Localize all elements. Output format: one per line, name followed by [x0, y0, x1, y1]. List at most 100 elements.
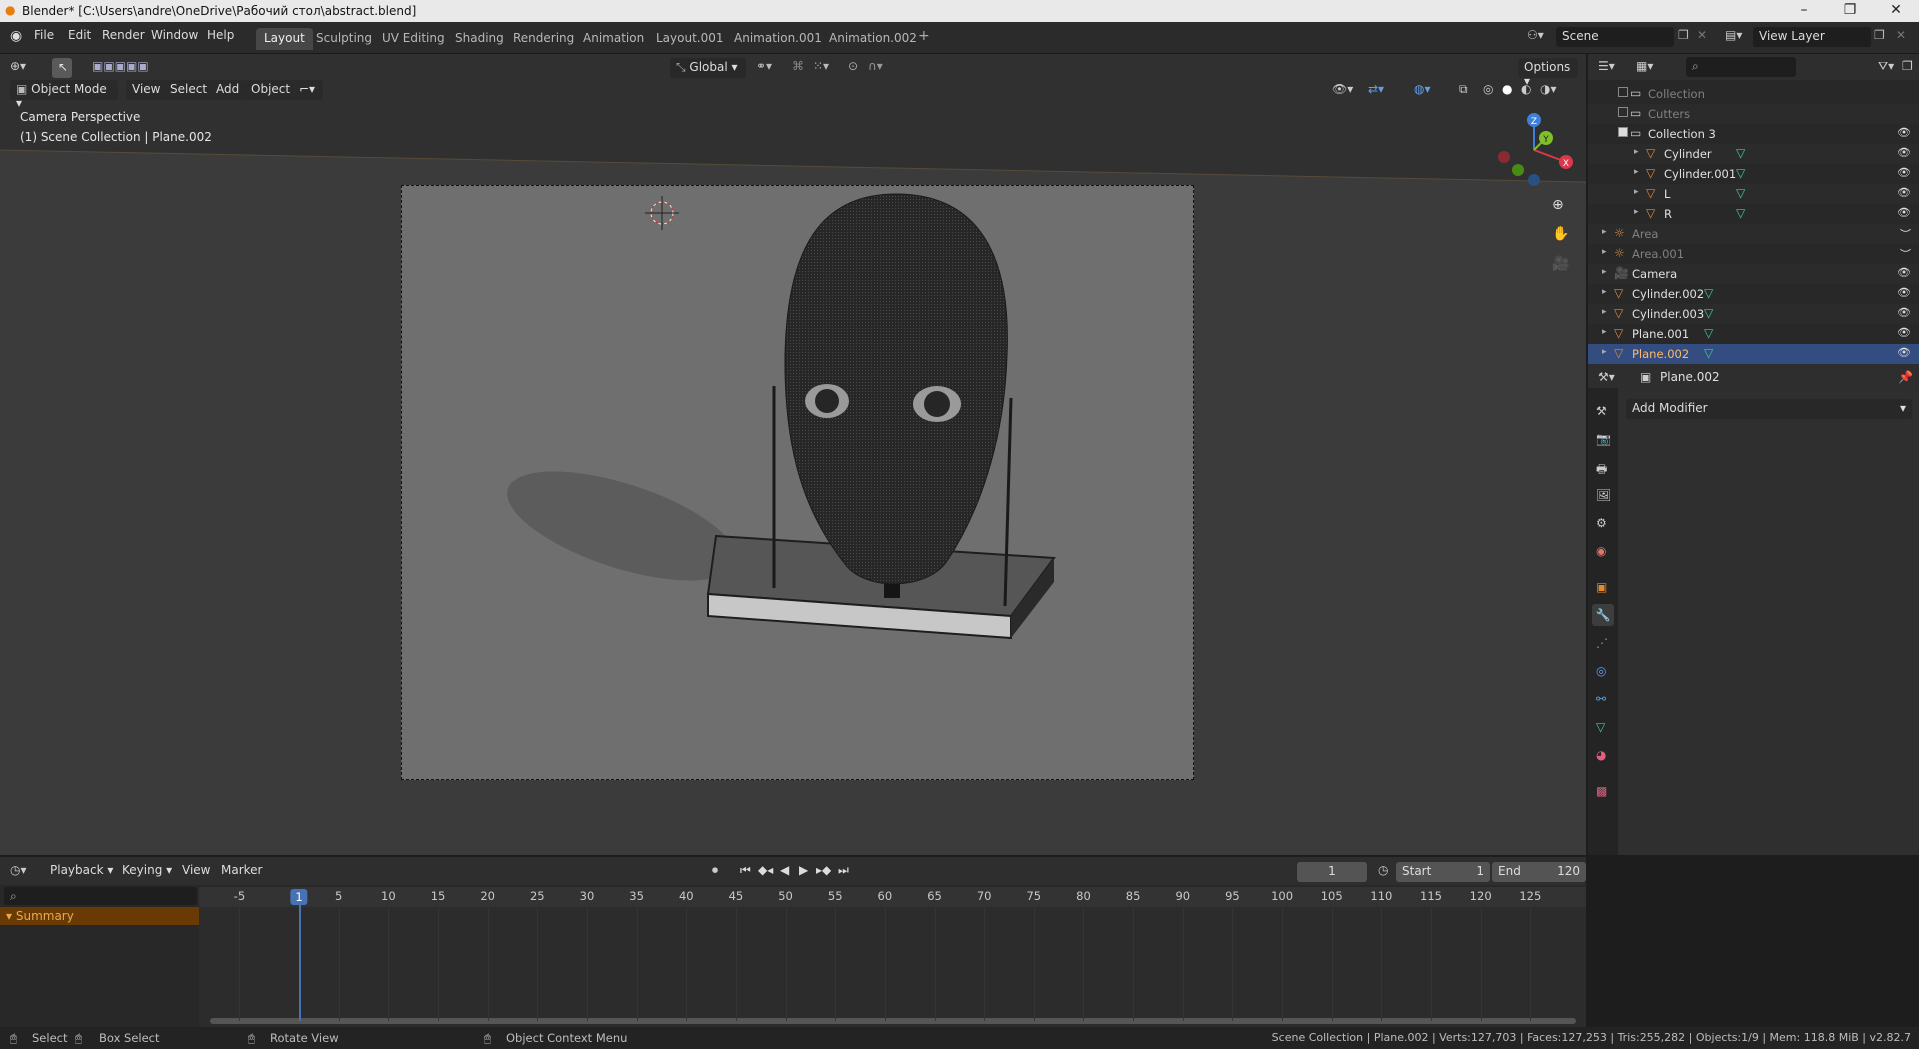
falloff-icon[interactable]: ∩▾ [868, 59, 883, 73]
menu-render[interactable]: Render [102, 28, 145, 42]
outliner-item-cylinder-003[interactable]: ▸ ▽ Cylinder.003 ▽ 👁 [1588, 304, 1919, 324]
outliner-item-l[interactable]: ▸ ▽ L ▽ 👁 [1588, 184, 1919, 204]
expand-arrow-icon[interactable]: ▸ [1602, 287, 1607, 297]
visibility-eye-icon[interactable]: 👁 [1897, 126, 1911, 139]
particles-tab-icon[interactable]: ⋰ [1596, 636, 1608, 650]
mode-dropdown[interactable]: ▣ Object Mode ▾ [10, 80, 118, 110]
proportional-edit-icon[interactable]: ⊙ [848, 59, 858, 73]
visibility-eye-icon[interactable]: ︶ [1900, 226, 1911, 242]
editor-type-icon[interactable]: ⊕▾ [10, 59, 26, 73]
exclude-checkbox[interactable] [1618, 127, 1628, 137]
new-scene-icon[interactable]: ❐ [1678, 28, 1689, 42]
mesh-data-icon[interactable]: ▽ [1704, 326, 1713, 340]
tab-uv-editing[interactable]: UV Editing [374, 28, 453, 50]
exclude-checkbox[interactable] [1618, 107, 1628, 117]
prev-keyframe-icon[interactable]: ◆◂ [758, 863, 773, 877]
selection-mode-icons[interactable]: ▣▣▣▣▣ [92, 59, 149, 73]
timeline-search-input[interactable]: ⌕ [4, 887, 197, 905]
menu-window[interactable]: Window [151, 28, 198, 42]
new-view-layer-icon[interactable]: ❐ [1874, 28, 1885, 42]
visibility-eye-icon[interactable]: 👁 [1897, 266, 1911, 279]
outliner-search-input[interactable]: ⌕ [1686, 57, 1796, 77]
expand-arrow-icon[interactable]: ▸ [1634, 167, 1639, 177]
texture-tab-icon[interactable]: ▩ [1596, 784, 1607, 798]
outliner-item-r[interactable]: ▸ ▽ R ▽ 👁 [1588, 204, 1919, 224]
tool-tab-icon[interactable]: ⚒ [1596, 404, 1607, 418]
properties-editor-icon[interactable]: ⚒▾ [1598, 370, 1615, 384]
outliner-item-plane-001[interactable]: ▸ ▽ Plane.001 ▽ 👁 [1588, 324, 1919, 344]
mesh-data-icon[interactable]: ▽ [1736, 166, 1745, 180]
timeline-editor-icon[interactable]: ◷▾ [10, 863, 27, 877]
output-tab-icon[interactable]: 🖶 [1596, 460, 1607, 481]
maximize-icon[interactable]: ❐ [1827, 0, 1873, 22]
outliner-item-camera[interactable]: ▸ 🎥 Camera 👁 [1588, 264, 1919, 284]
navigation-gizmo[interactable]: Z X Y [1490, 110, 1578, 186]
tab-layout-001[interactable]: Layout.001 [648, 28, 732, 50]
summary-channel[interactable]: ▾ Summary [0, 907, 199, 925]
view-layer-icon[interactable]: ▤▾ [1725, 28, 1742, 42]
end-frame-field[interactable]: End 120 [1492, 862, 1586, 882]
data-tab-icon[interactable]: ▽ [1596, 720, 1605, 734]
expand-arrow-icon[interactable]: ▸ [1634, 147, 1639, 157]
mesh-data-icon[interactable]: ▽ [1736, 146, 1745, 160]
wireframe-shading-icon[interactable]: ◎ [1483, 82, 1493, 96]
tab-layout[interactable]: Layout [256, 28, 313, 50]
outliner-item-cutters[interactable]: ▭ Cutters [1588, 104, 1919, 124]
visibility-icon[interactable]: 👁▾ [1332, 82, 1353, 96]
select-tool-icon[interactable]: ↖ [52, 58, 72, 78]
expand-arrow-icon[interactable]: ▸ [1634, 207, 1639, 217]
xray-icon[interactable]: ⧉ [1459, 82, 1468, 97]
physics-tab-icon[interactable]: ◎ [1596, 664, 1606, 678]
material-tab-icon[interactable]: ◕ [1596, 748, 1606, 762]
snap-target-icon[interactable]: ⁙▾ [813, 59, 829, 73]
menu-timeline-view[interactable]: View [176, 861, 217, 881]
menu-file[interactable]: File [34, 28, 54, 42]
visibility-eye-icon[interactable]: ︶ [1900, 246, 1911, 262]
visibility-eye-icon[interactable]: 👁 [1897, 206, 1911, 219]
tab-animation-002[interactable]: Animation.002 [821, 28, 925, 50]
play-icon[interactable]: ▶ [799, 863, 808, 877]
zoom-icon[interactable]: ⊕ [1552, 197, 1564, 213]
transform-orientation-dropdown[interactable]: ⤡ Global ▾ [670, 58, 746, 78]
visibility-eye-icon[interactable]: 👁 [1897, 166, 1911, 179]
tab-sculpting[interactable]: Sculpting [308, 28, 380, 50]
outliner-item-collection[interactable]: ▭ Collection [1588, 84, 1919, 104]
world-tab-icon[interactable]: ◉ [1596, 544, 1606, 558]
delete-view-layer-icon[interactable]: ✕ [1896, 28, 1906, 42]
outliner-item-plane-002[interactable]: ▸ ▽ Plane.002 ▽ 👁 [1588, 344, 1919, 364]
solid-shading-icon[interactable]: ● [1502, 82, 1512, 96]
delete-scene-icon[interactable]: ✕ [1697, 28, 1707, 42]
add-modifier-dropdown[interactable]: Add Modifier ▾ [1626, 399, 1912, 419]
outliner-item-collection-3[interactable]: ▾▭Collection 3👁 [1588, 124, 1919, 144]
menu-object[interactable]: Object [245, 80, 297, 100]
dopesheet-area[interactable] [199, 887, 1586, 1027]
view-layer-tab-icon[interactable]: 🖼 [1596, 488, 1611, 502]
gizmo-toggle-icon[interactable]: ⇄▾ [1368, 82, 1384, 96]
mesh-data-icon[interactable]: ▽ [1736, 206, 1745, 220]
scene-tab-icon[interactable]: ⚙ [1596, 516, 1607, 530]
pan-hand-icon[interactable]: ✋ [1552, 226, 1569, 242]
constraints-tab-icon[interactable]: ⚯ [1596, 692, 1606, 706]
tab-rendering[interactable]: Rendering [505, 28, 582, 50]
pivot-icon[interactable]: ⚭▾ [756, 59, 772, 73]
mesh-data-icon[interactable]: ▽ [1736, 186, 1745, 200]
visibility-eye-icon[interactable]: 👁 [1897, 146, 1911, 159]
jump-start-icon[interactable]: ⏮ [740, 863, 751, 878]
display-mode-icon[interactable]: ▦▾ [1636, 59, 1653, 73]
outliner-editor-icon[interactable]: ☰▾ [1598, 59, 1615, 73]
exclude-checkbox[interactable] [1618, 87, 1628, 97]
timeline-scrollbar[interactable] [210, 1018, 1576, 1024]
visibility-eye-icon[interactable]: 👁 [1897, 286, 1911, 299]
play-reverse-icon[interactable]: ◀ [780, 863, 789, 877]
expand-arrow-icon[interactable]: ▸ [1602, 327, 1607, 337]
overlays-icon[interactable]: ◍▾ [1414, 82, 1431, 96]
tab-animation[interactable]: Animation [575, 28, 652, 50]
scene-icon[interactable]: ⚇▾ [1527, 28, 1544, 42]
pin-icon[interactable]: 📌 [1898, 370, 1913, 384]
camera-view-icon[interactable]: 🎥 [1552, 256, 1569, 272]
menu-select[interactable]: Select [164, 80, 214, 100]
expand-arrow-icon[interactable]: ▸ [1602, 227, 1607, 237]
view-layer-field[interactable]: View Layer [1753, 27, 1871, 47]
menu-add[interactable]: Add [210, 80, 246, 100]
next-keyframe-icon[interactable]: ▸◆ [816, 863, 831, 877]
